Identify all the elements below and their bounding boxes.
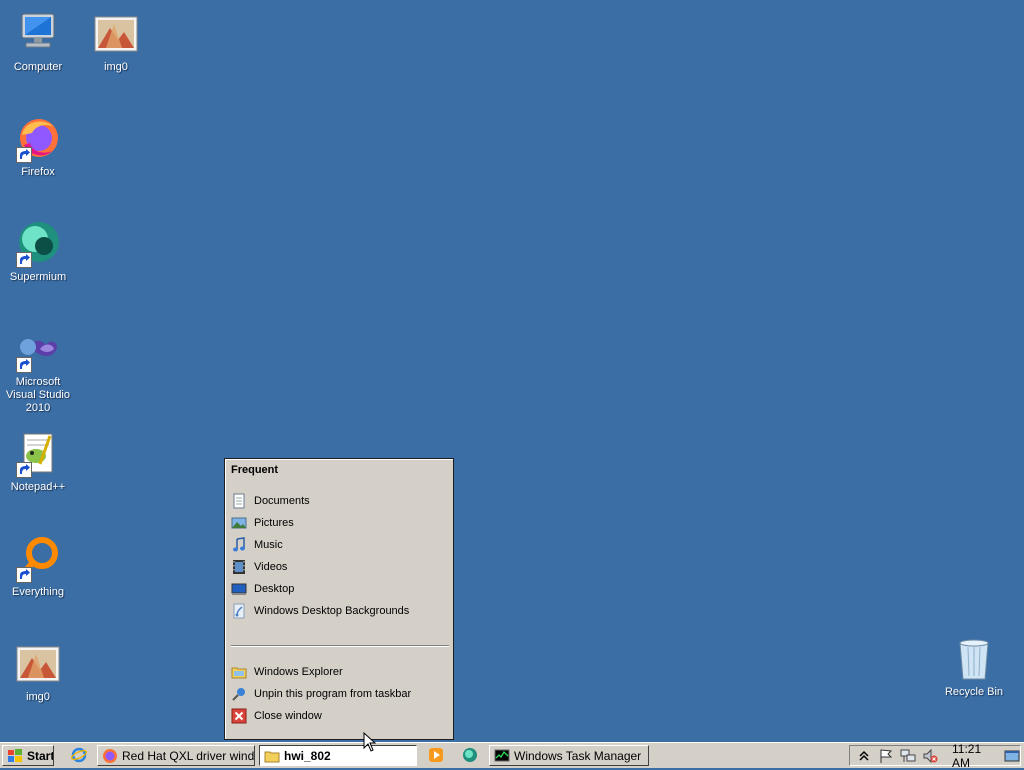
visual-studio-icon (14, 325, 62, 373)
jump-item-label: Windows Desktop Backgrounds (254, 605, 410, 617)
network-icon[interactable] (900, 748, 916, 764)
desktop-icon-notepadpp[interactable]: Notepad++ (0, 430, 76, 494)
shortcut-arrow-icon (16, 252, 32, 268)
jump-list-header: Frequent (231, 464, 279, 476)
desktop-icon-label: Microsoft Visual Studio 2010 (5, 376, 70, 414)
desktop-icon-label: Notepad++ (10, 481, 66, 493)
mouse-cursor-icon (363, 732, 377, 752)
everything-icon (14, 535, 62, 583)
jump-item-label: Videos (254, 561, 288, 573)
notepadpp-icon (14, 430, 62, 478)
start-label: Start (27, 748, 54, 763)
taskbar-jump-list: Frequent Documents Pictures Music Videos… (224, 458, 454, 740)
explorer-icon (231, 664, 247, 680)
image-file-icon (14, 640, 62, 688)
taskbar-button-label: Red Hat QXL driver wind... (122, 748, 255, 763)
jump-item-music[interactable]: Music (231, 535, 445, 555)
taskbar: Start Red Hat QXL driver wind... hwi_802… (0, 742, 1024, 770)
supermium-icon[interactable] (462, 747, 478, 763)
jump-item-label: Documents (254, 495, 310, 507)
desktop-icon-everything[interactable]: Everything (0, 535, 76, 599)
unpin-icon (231, 686, 247, 702)
internet-explorer-icon[interactable] (70, 747, 88, 763)
music-icon (231, 537, 247, 553)
jump-item-label: Music (254, 539, 283, 551)
desktop-icon-label: Supermium (9, 271, 67, 283)
taskbar-button-label: hwi_802 (284, 748, 331, 763)
taskbar-button-task-manager[interactable]: Windows Task Manager (489, 745, 649, 766)
jump-task-unpin[interactable]: Unpin this program from taskbar (231, 684, 445, 704)
media-player-icon[interactable] (428, 747, 444, 763)
jump-item-label: Pictures (254, 517, 294, 529)
jump-task-windows-explorer[interactable]: Windows Explorer (231, 662, 445, 682)
desktop-icon (231, 581, 247, 597)
documents-icon (231, 493, 247, 509)
jump-item-videos[interactable]: Videos (231, 557, 445, 577)
shortcut-arrow-icon (16, 357, 32, 373)
folder-icon (264, 748, 280, 764)
image-file-icon (92, 10, 140, 58)
recycle-bin-icon (950, 635, 998, 683)
desktop-icon-label: Computer (13, 61, 63, 73)
shortcut-arrow-icon (16, 147, 32, 163)
backgrounds-folder-icon (231, 603, 247, 619)
shortcut-arrow-icon (16, 462, 32, 478)
show-hidden-icons-chevron-icon[interactable] (856, 748, 872, 764)
videos-icon (231, 559, 247, 575)
show-desktop-icon[interactable] (1004, 748, 1020, 764)
jump-item-documents[interactable]: Documents (231, 491, 445, 511)
jump-list-separator (231, 645, 449, 647)
close-window-icon (231, 708, 247, 724)
computer-icon (14, 10, 62, 58)
supermium-icon (14, 220, 62, 268)
desktop-icon-label: Recycle Bin (944, 686, 1004, 698)
jump-task-label: Unpin this program from taskbar (254, 688, 412, 700)
jump-item-label: Desktop (254, 583, 295, 595)
desktop-icon-img0-bottom[interactable]: img0 (0, 640, 76, 704)
desktop-icon-label: Firefox (21, 166, 55, 178)
pictures-icon (231, 515, 247, 531)
jump-item-desktop[interactable]: Desktop (231, 579, 445, 599)
windows-logo-icon (7, 748, 23, 764)
desktop-icon-label: img0 (104, 61, 128, 73)
jump-task-close-window[interactable]: Close window (231, 706, 445, 726)
desktop-icon-computer[interactable]: Computer (0, 10, 76, 74)
desktop-icon-firefox[interactable]: Firefox (0, 115, 76, 179)
task-manager-icon (494, 748, 510, 764)
jump-task-label: Windows Explorer (254, 666, 343, 678)
desktop-icon-supermium[interactable]: Supermium (0, 220, 76, 284)
desktop-icon-label: img0 (26, 691, 50, 703)
desktop-icon-label: Everything (12, 586, 64, 598)
action-center-flag-icon[interactable] (878, 748, 894, 764)
volume-muted-icon[interactable] (922, 748, 938, 764)
desktop-icon-img0-top[interactable]: img0 (78, 10, 154, 74)
jump-item-pictures[interactable]: Pictures (231, 513, 445, 533)
taskbar-button-label: Windows Task Manager (514, 748, 642, 763)
taskbar-button-firefox-window[interactable]: Red Hat QXL driver wind... (97, 745, 255, 766)
desktop-icon-visual-studio[interactable]: Microsoft Visual Studio 2010 (0, 325, 76, 415)
firefox-icon (14, 115, 62, 163)
taskbar-button-hwi-folder[interactable]: hwi_802 (259, 745, 417, 766)
shortcut-arrow-icon (16, 567, 32, 583)
jump-item-windows-desktop-backgrounds[interactable]: Windows Desktop Backgrounds (231, 601, 445, 621)
notification-area: 11:21 AM (849, 742, 1021, 770)
jump-task-label: Close window (254, 710, 322, 722)
start-button[interactable]: Start (2, 745, 54, 766)
firefox-icon (102, 748, 118, 764)
clock[interactable]: 11:21 AM (952, 742, 992, 770)
desktop-icon-recycle-bin[interactable]: Recycle Bin (936, 635, 1012, 699)
